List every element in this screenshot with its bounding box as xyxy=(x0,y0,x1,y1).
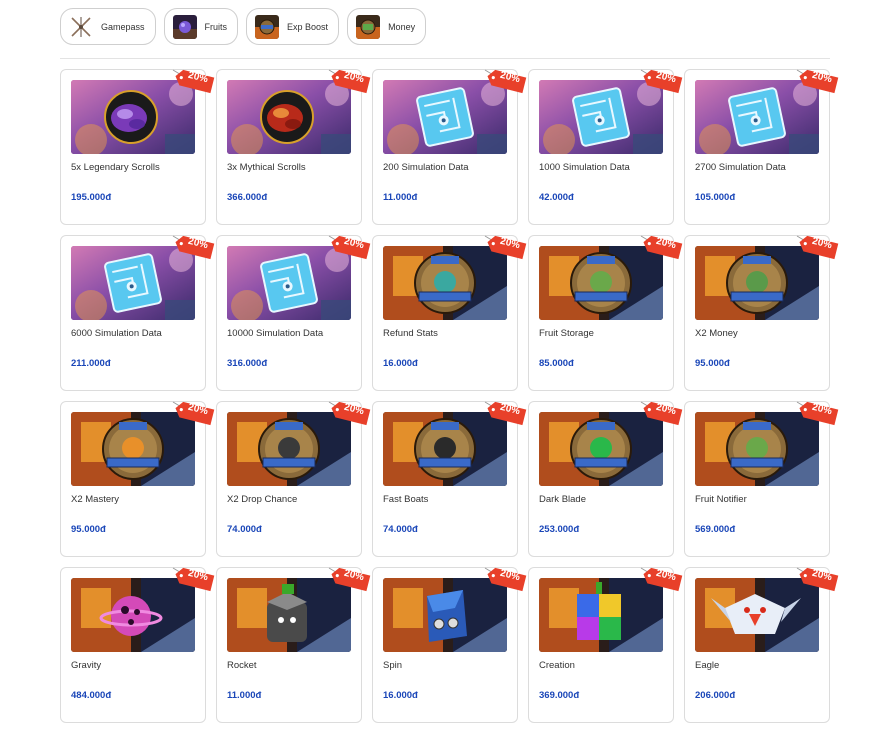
discount-tag: 20% xyxy=(795,234,841,260)
product-price: 16.000đ xyxy=(383,690,418,701)
product-name: Spin xyxy=(383,660,403,671)
tab-label: Exp Boost xyxy=(287,21,329,32)
product-price: 484.000đ xyxy=(71,690,112,701)
product-price: 95.000đ xyxy=(695,358,730,369)
discount-tag: 20% xyxy=(327,68,373,94)
product-card[interactable]: Spin 16.000đ 20% xyxy=(372,567,527,723)
discount-tag: 20% xyxy=(795,400,841,426)
product-card[interactable]: 200 Simulation Data 11.000đ 20% xyxy=(372,69,527,225)
discount-tag: 20% xyxy=(483,68,529,94)
product-price: 16.000đ xyxy=(383,358,418,369)
product-name: Fast Boats xyxy=(383,494,429,505)
product-card[interactable]: Refund Stats 16.000đ 20% xyxy=(372,235,527,391)
product-name: X2 Mastery xyxy=(71,494,120,505)
discount-tag: 20% xyxy=(327,400,373,426)
product-price: 85.000đ xyxy=(539,358,574,369)
product-price: 42.000đ xyxy=(539,192,574,203)
product-price: 253.000đ xyxy=(539,524,580,535)
product-card[interactable]: 5x Legendary Scrolls 195.000đ 20% xyxy=(60,69,215,225)
product-card[interactable]: 2700 Simulation Data 105.000đ 20% xyxy=(684,69,839,225)
product-card[interactable]: Fast Boats 74.000đ 20% xyxy=(372,401,527,557)
product-name: Fruit Storage xyxy=(539,328,594,339)
discount-tag: 20% xyxy=(483,400,529,426)
product-price: 95.000đ xyxy=(71,524,106,535)
tab-money[interactable]: Money xyxy=(347,8,427,45)
product-name: X2 Money xyxy=(695,328,738,339)
product-card[interactable]: Creation 369.000đ 20% xyxy=(528,567,683,723)
product-card[interactable]: X2 Drop Chance 74.000đ 20% xyxy=(216,401,371,557)
exp-boost-thumb-icon xyxy=(255,14,280,39)
discount-tag: 20% xyxy=(639,68,685,94)
product-price: 105.000đ xyxy=(695,192,736,203)
discount-tag: 20% xyxy=(795,68,841,94)
product-name: Rocket xyxy=(227,660,257,671)
product-price: 11.000đ xyxy=(383,192,418,203)
fruit-thumb-icon xyxy=(172,14,197,39)
product-name: X2 Drop Chance xyxy=(227,494,298,505)
product-card[interactable]: 10000 Simulation Data 316.000đ 20% xyxy=(216,235,371,391)
discount-tag: 20% xyxy=(171,400,217,426)
product-name: Gravity xyxy=(71,660,102,671)
discount-tag: 20% xyxy=(171,566,217,592)
product-name: Refund Stats xyxy=(383,328,438,339)
discount-tag: 20% xyxy=(327,566,373,592)
crossed-swords-icon xyxy=(69,14,93,39)
product-price: 11.000đ xyxy=(227,690,262,701)
tab-fruits[interactable]: Fruits xyxy=(163,8,239,45)
product-name: 6000 Simulation Data xyxy=(71,328,162,339)
product-name: 10000 Simulation Data xyxy=(227,328,324,339)
discount-tag: 20% xyxy=(639,234,685,260)
product-name: 1000 Simulation Data xyxy=(539,162,630,173)
product-card[interactable]: 3x Mythical Scrolls 366.000đ 20% xyxy=(216,69,371,225)
product-price: 211.000đ xyxy=(71,358,111,369)
discount-tag: 20% xyxy=(483,566,529,592)
product-price: 195.000đ xyxy=(71,192,112,203)
product-name: Fruit Notifier xyxy=(695,494,747,505)
product-price: 569.000đ xyxy=(695,524,736,535)
product-card[interactable]: Eagle 206.000đ 20% xyxy=(684,567,839,723)
product-card[interactable]: Rocket 11.000đ 20% xyxy=(216,567,371,723)
tab-exp-boost[interactable]: Exp Boost xyxy=(246,8,340,45)
product-card[interactable]: Dark Blade 253.000đ 20% xyxy=(528,401,683,557)
divider xyxy=(60,58,830,59)
category-tabs: Gamepass Fruits Exp Boost Money xyxy=(60,8,427,45)
product-card[interactable]: Gravity 484.000đ 20% xyxy=(60,567,215,723)
tab-label: Fruits xyxy=(204,21,228,32)
product-price: 74.000đ xyxy=(383,524,418,535)
money-thumb-icon xyxy=(356,14,381,39)
product-name: 3x Mythical Scrolls xyxy=(227,162,306,173)
tab-label: Gamepass xyxy=(101,21,145,32)
product-card[interactable]: X2 Mastery 95.000đ 20% xyxy=(60,401,215,557)
discount-tag: 20% xyxy=(639,566,685,592)
product-card[interactable]: X2 Money 95.000đ 20% xyxy=(684,235,839,391)
product-grid: 5x Legendary Scrolls 195.000đ 20% 3x Mythic… xyxy=(60,69,839,723)
product-name: 200 Simulation Data xyxy=(383,162,469,173)
discount-tag: 20% xyxy=(327,234,373,260)
discount-tag: 20% xyxy=(171,68,217,94)
product-price: 366.000đ xyxy=(227,192,268,203)
product-name: 5x Legendary Scrolls xyxy=(71,162,160,173)
product-name: Creation xyxy=(539,660,575,671)
product-price: 74.000đ xyxy=(227,524,262,535)
product-card[interactable]: 1000 Simulation Data 42.000đ 20% xyxy=(528,69,683,225)
discount-tag: 20% xyxy=(795,566,841,592)
product-card[interactable]: 6000 Simulation Data 211.000đ 20% xyxy=(60,235,215,391)
tab-label: Money xyxy=(388,21,416,32)
tab-gamepass[interactable]: Gamepass xyxy=(60,8,156,45)
product-card[interactable]: Fruit Notifier 569.000đ 20% xyxy=(684,401,839,557)
product-card[interactable]: Fruit Storage 85.000đ 20% xyxy=(528,235,683,391)
product-price: 206.000đ xyxy=(695,690,736,701)
product-price: 369.000đ xyxy=(539,690,580,701)
product-price: 316.000đ xyxy=(227,358,268,369)
product-name: 2700 Simulation Data xyxy=(695,162,786,173)
discount-tag: 20% xyxy=(639,400,685,426)
discount-tag: 20% xyxy=(483,234,529,260)
product-name: Eagle xyxy=(695,660,720,671)
discount-tag: 20% xyxy=(171,234,217,260)
product-name: Dark Blade xyxy=(539,494,586,505)
